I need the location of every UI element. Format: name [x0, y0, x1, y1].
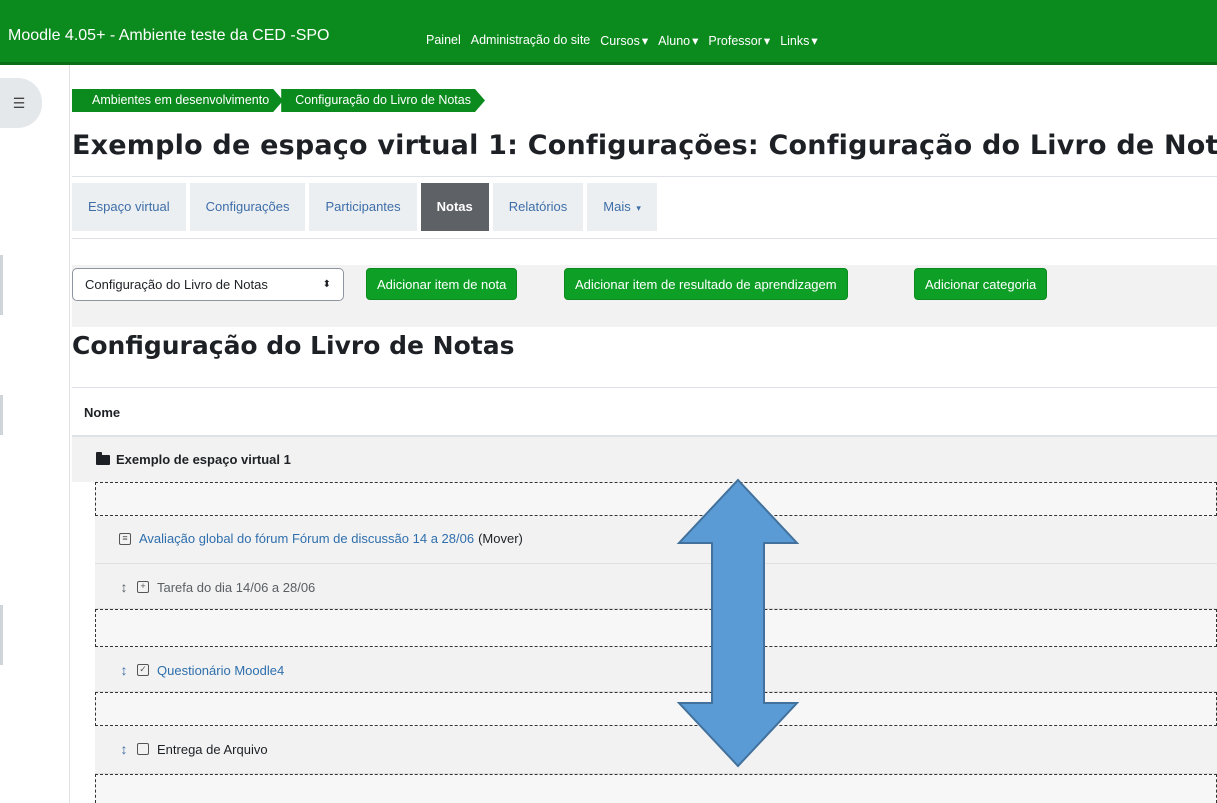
chevron-down-icon: ▾	[641, 34, 649, 48]
table-row: ↕ Entrega de Arquivo	[95, 726, 1217, 774]
divider	[72, 238, 1217, 239]
tab-mais[interactable]: Mais ▾	[587, 183, 657, 231]
grade-item: ↕ Entrega de Arquivo	[119, 741, 268, 757]
checkbox-icon	[137, 743, 149, 755]
category-label: Exemplo de espaço virtual 1	[96, 451, 291, 467]
chevron-down-icon: ▾	[636, 203, 641, 213]
page-title: Exemplo de espaço virtual 1: Configuraçõ…	[72, 130, 1217, 161]
move-drop-zone[interactable]	[95, 609, 1217, 647]
grade-item: ↕ ✓ Questionário Moodle4	[119, 662, 285, 678]
rail-divider	[0, 255, 3, 315]
nav-aluno[interactable]: Aluno ▾	[658, 33, 698, 48]
tab-participantes[interactable]: Participantes	[309, 183, 417, 231]
breadcrumb-item-current[interactable]: Configuração do Livro de Notas	[281, 89, 485, 112]
grade-item-link[interactable]: Avaliação global do fórum Fórum de discu…	[139, 531, 474, 546]
column-header-name: Nome	[84, 405, 121, 420]
table-row: ↕ + Tarefa do dia 14/06 a 28/06	[95, 564, 1217, 609]
grade-item-link[interactable]: Questionário Moodle4	[157, 663, 284, 678]
add-category-button[interactable]: Adicionar categoria	[914, 268, 1048, 300]
move-icon[interactable]: ↕	[119, 662, 129, 678]
forum-icon: ≡	[119, 532, 131, 545]
table-row: ↕ ✓ Questionário Moodle4	[95, 647, 1217, 692]
add-grade-item-button[interactable]: Adicionar item de nota	[366, 268, 518, 300]
nav-professor[interactable]: Professor ▾	[708, 33, 770, 48]
site-name[interactable]: Moodle 4.05+ - Ambiente teste da CED -SP…	[8, 27, 330, 45]
move-drop-zone[interactable]	[95, 692, 1217, 726]
grade-item: ↕ + Tarefa do dia 14/06 a 28/06	[119, 579, 316, 595]
chevron-down-icon: ▾	[811, 34, 818, 48]
nav-painel[interactable]: Painel	[426, 33, 461, 48]
section-title: Configuração do Livro de Notas	[72, 331, 515, 360]
quiz-icon: ✓	[137, 664, 149, 676]
secondary-navigation: Espaço virtual Configurações Participant…	[72, 183, 657, 231]
tab-relatorios[interactable]: Relatórios	[492, 183, 584, 231]
list-icon: ☰	[12, 94, 26, 111]
assignment-icon: +	[137, 581, 149, 593]
move-drop-zone[interactable]	[95, 482, 1217, 516]
category-row: Exemplo de espaço virtual 1	[72, 437, 1217, 482]
nav-administracao[interactable]: Administração do site	[471, 33, 591, 48]
nav-cursos[interactable]: Cursos ▾	[600, 33, 648, 48]
select-arrows-icon: ⬍	[322, 279, 331, 290]
rail-divider	[0, 395, 3, 435]
tab-configuracoes[interactable]: Configurações	[189, 183, 306, 231]
table-row: ≡ Avaliação global do fórum Fórum de dis…	[95, 516, 1217, 564]
divider	[72, 176, 1217, 177]
grade-item: ≡ Avaliação global do fórum Fórum de dis…	[119, 531, 523, 546]
add-outcome-item-button[interactable]: Adicionar item de resultado de aprendiza…	[564, 268, 848, 300]
primary-navigation: Painel Administração do site Cursos ▾ Alu…	[426, 33, 818, 48]
folder-icon	[96, 451, 110, 465]
chevron-down-icon: ▾	[763, 34, 771, 48]
move-status-label: (Mover)	[478, 531, 523, 546]
rail-divider	[0, 605, 3, 665]
select-value: Configuração do Livro de Notas	[85, 277, 268, 292]
move-drop-zone[interactable]	[95, 774, 1217, 803]
move-icon[interactable]: ↕	[119, 741, 129, 757]
top-navbar: Moodle 4.05+ - Ambiente teste da CED -SP…	[0, 0, 1217, 65]
gradebook-view-select[interactable]: Configuração do Livro de Notas ⬍	[72, 268, 344, 301]
grade-item-label: Tarefa do dia 14/06 a 28/06	[157, 579, 316, 595]
left-drawer-rail	[0, 65, 70, 803]
breadcrumb: Ambientes em desenvolvimento Configuraçã…	[72, 89, 485, 112]
nav-links[interactable]: Links ▾	[780, 33, 817, 48]
double-arrow-shape	[676, 478, 800, 768]
tertiary-action-bar: Configuração do Livro de Notas ⬍ Adicion…	[72, 265, 1217, 327]
category-name: Exemplo de espaço virtual 1	[116, 452, 291, 467]
move-icon[interactable]: ↕	[119, 579, 129, 595]
tab-espaco-virtual[interactable]: Espaço virtual	[72, 183, 186, 231]
divider	[72, 387, 1217, 388]
tab-notas[interactable]: Notas	[420, 183, 489, 231]
chevron-down-icon: ▾	[692, 34, 699, 48]
breadcrumb-item[interactable]: Ambientes em desenvolvimento	[72, 89, 283, 112]
double-arrow-annotation	[676, 478, 800, 768]
grade-item-label: Entrega de Arquivo	[157, 741, 268, 757]
